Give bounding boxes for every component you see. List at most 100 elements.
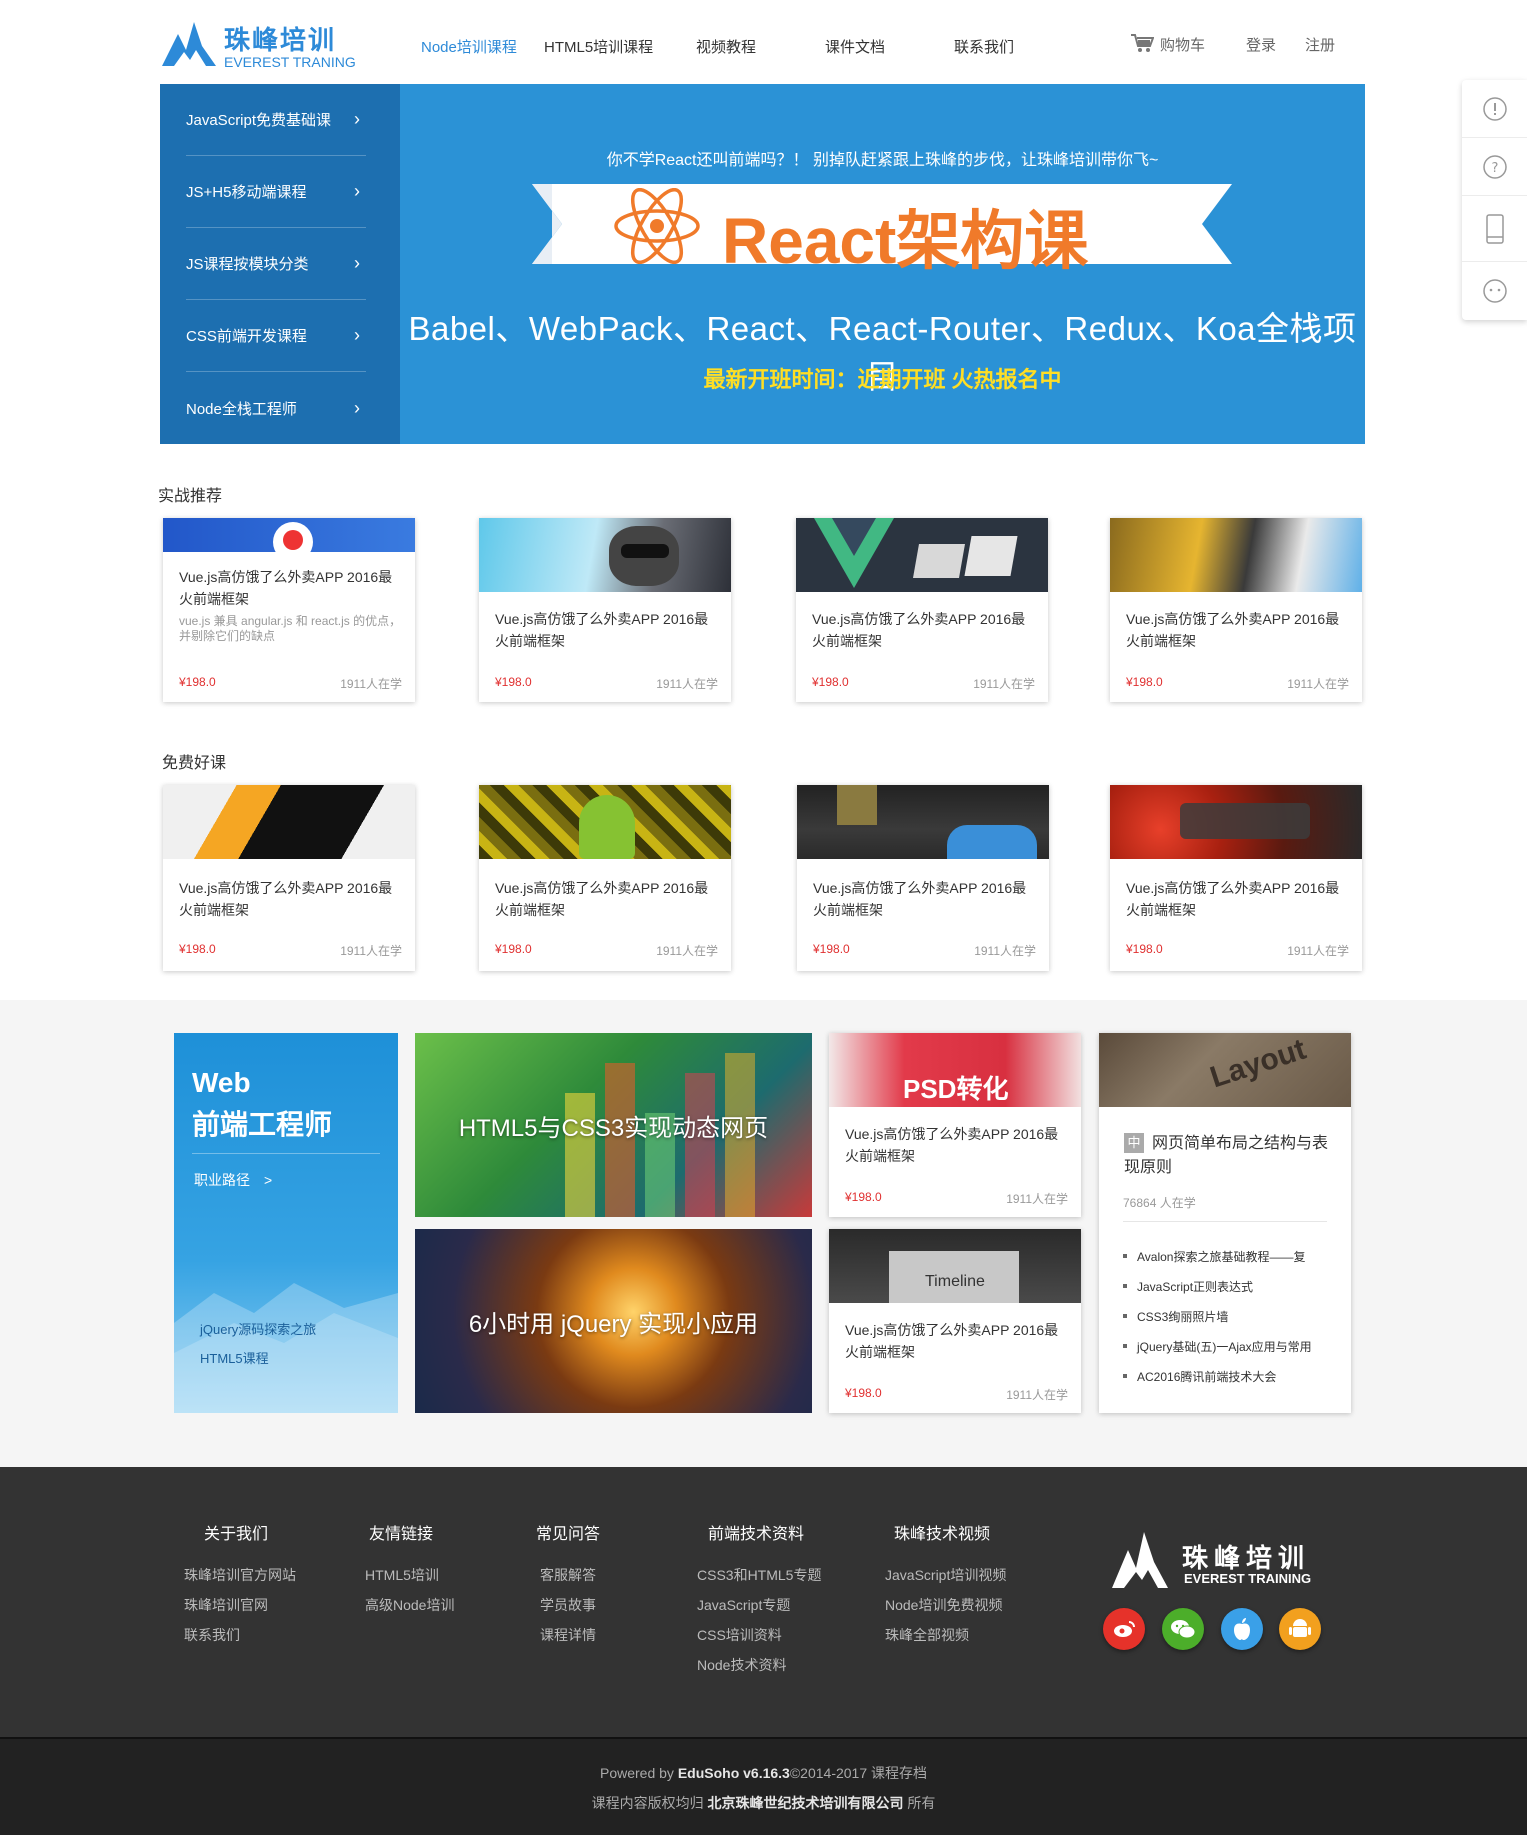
- thumb-text: Timeline: [925, 1273, 985, 1290]
- footer-link[interactable]: CSS3和HTML5专题: [697, 1565, 821, 1585]
- nav-video-tutorials[interactable]: 视频教程: [696, 36, 756, 57]
- course-thumbnail: [479, 518, 731, 592]
- nav-node-course[interactable]: Node培训课程: [421, 36, 517, 57]
- course-price: ¥198.0: [495, 675, 532, 689]
- course-thumbnail[interactable]: Layout: [1099, 1033, 1351, 1107]
- list-item[interactable]: CSS3绚丽照片墙: [1123, 1308, 1228, 1325]
- menu-item-js-basic[interactable]: JavaScript免费基础课 ›: [186, 84, 366, 156]
- footer-link[interactable]: Node技术资料: [697, 1655, 786, 1675]
- footer-link[interactable]: HTML5培训: [365, 1565, 439, 1585]
- course-price: ¥198.0: [179, 675, 216, 689]
- footer-link[interactable]: 客服解答: [540, 1565, 596, 1585]
- course-card[interactable]: Vue.js高仿饿了么外卖APP 2016最火前端框架 ¥198.0 1911人…: [1110, 518, 1362, 702]
- chat-button[interactable]: [1462, 262, 1527, 320]
- course-title: Vue.js高仿饿了么外卖APP 2016最火前端框架: [179, 880, 393, 918]
- course-students: 1911人在学: [656, 677, 718, 691]
- menu-item-js-modules[interactable]: JS课程按模块分类 ›: [186, 228, 366, 300]
- powered-brand[interactable]: EduSoho v6.16.3: [678, 1765, 790, 1781]
- copyright-owner: 课程内容版权均归 北京珠峰世纪技术培训有限公司 所有: [0, 1793, 1527, 1813]
- course-students: 1911人在学: [1006, 1388, 1068, 1402]
- course-title: Vue.js高仿饿了么外卖APP 2016最火前端框架: [495, 880, 709, 918]
- footer-logo-icon: [1112, 1532, 1168, 1588]
- react-logo-icon: [614, 188, 700, 264]
- menu-item-css[interactable]: CSS前端开发课程 ›: [186, 300, 366, 372]
- chat-icon: [1482, 279, 1507, 303]
- course-students: 1911人在学: [340, 944, 402, 958]
- course-card[interactable]: PSD转化 Vue.js高仿饿了么外卖APP 2016最火前端框架 ¥198.0…: [829, 1033, 1081, 1217]
- course-category-menu: JavaScript免费基础课 › JS+H5移动端课程 › JS课程按模块分类 › …: [160, 84, 400, 444]
- footer-link[interactable]: Node培训免费视频: [885, 1595, 1002, 1615]
- footer-link[interactable]: 联系我们: [184, 1625, 240, 1645]
- banner-enroll: 最新开班时间：近期开班 火热报名中: [703, 367, 1062, 392]
- footer-link[interactable]: 高级Node培训: [365, 1595, 454, 1615]
- career-path-card[interactable]: Web 前端工程师 职业路径 > jQuery源码探索之旅 HTML5课程: [174, 1033, 398, 1413]
- footer-link[interactable]: 珠峰全部视频: [885, 1625, 969, 1645]
- course-price: ¥198.0: [845, 1190, 882, 1204]
- footer-heading: 关于我们: [204, 1526, 269, 1543]
- course-students: 1911人在学: [1287, 677, 1349, 691]
- menu-item-node[interactable]: Node全栈工程师 ›: [186, 372, 366, 444]
- course-card[interactable]: Vue.js高仿饿了么外卖APP 2016最火前端框架 ¥198.0 1911人…: [163, 785, 415, 971]
- hero-banner[interactable]: 你不学React还叫前端吗？！ 别掉队赶紧跟上珠峰的步伐，让珠峰培训带你飞~ R…: [400, 84, 1365, 444]
- course-card[interactable]: Vue.js高仿饿了么外卖APP 2016最火前端框架 ¥198.0 1911人…: [479, 785, 731, 971]
- cart-icon[interactable]: [1130, 32, 1154, 54]
- course-tile-html5[interactable]: HTML5与CSS3实现动态网页: [415, 1033, 812, 1217]
- list-card-title[interactable]: 网页简单布局之结构与表现原则: [1124, 1132, 1334, 1180]
- logo[interactable]: 珠峰培训 EVEREST TRANING: [160, 14, 380, 70]
- wechat-icon: [1171, 1620, 1196, 1639]
- everest-logo-icon: [162, 22, 216, 66]
- wechat-button[interactable]: [1162, 1608, 1204, 1650]
- list-item[interactable]: AC2016腾讯前端技术大会: [1123, 1368, 1276, 1385]
- menu-item-js-h5[interactable]: JS+H5移动端课程 ›: [186, 156, 366, 228]
- owner-prefix: 课程内容版权均归: [591, 1795, 704, 1811]
- footer-link[interactable]: CSS培训资料: [697, 1625, 782, 1645]
- register-link[interactable]: 注册: [1305, 34, 1335, 55]
- question-icon: ?: [1482, 154, 1507, 179]
- course-card[interactable]: Vue.js高仿饿了么外卖APP 2016最火前端框架 vue.js 兼具 an…: [163, 518, 415, 702]
- footer-link[interactable]: 珠峰培训官网: [184, 1595, 268, 1615]
- course-card[interactable]: Vue.js高仿饿了么外卖APP 2016最火前端框架 ¥198.0 1911人…: [796, 518, 1048, 702]
- nav-contact-us[interactable]: 联系我们: [954, 36, 1014, 57]
- login-link[interactable]: 登录: [1246, 34, 1276, 55]
- footer-heading: 友情链接: [369, 1526, 434, 1543]
- footer-link[interactable]: 珠峰培训官方网站: [184, 1565, 296, 1585]
- career-path-link[interactable]: 职业路径 >: [194, 1170, 272, 1190]
- info-button[interactable]: [1462, 80, 1527, 138]
- thumb-text: PSD转化: [903, 1074, 1009, 1104]
- menu-item-label: Node全栈工程师: [186, 400, 297, 418]
- help-button[interactable]: ?: [1462, 138, 1527, 196]
- list-item[interactable]: JavaScript正则表达式: [1123, 1278, 1253, 1295]
- logo-subtext: EVEREST TRANING: [224, 54, 356, 70]
- course-card[interactable]: Vue.js高仿饿了么外卖APP 2016最火前端框架 ¥198.0 1911人…: [479, 518, 731, 702]
- chevron-right-icon: ›: [354, 397, 360, 418]
- powered-by: Powered by EduSoho v6.16.3©2014-2017 课程存…: [0, 1763, 1527, 1783]
- chevron-right-icon: ›: [354, 181, 360, 201]
- nav-html5-course[interactable]: HTML5培训课程: [544, 36, 653, 57]
- copyright-text: ©2014-2017 课程存档: [789, 1765, 928, 1781]
- footer-link[interactable]: 课程详情: [540, 1625, 596, 1645]
- owner-suffix: 所有: [907, 1795, 936, 1811]
- course-card[interactable]: Vue.js高仿饿了么外卖APP 2016最火前端框架 ¥198.0 1911人…: [797, 785, 1049, 971]
- course-tile-jquery[interactable]: 6小时用 jQuery 实现小应用: [415, 1229, 812, 1413]
- path-item[interactable]: HTML5课程: [200, 1348, 269, 1367]
- nav-course-docs[interactable]: 课件文档: [825, 36, 885, 57]
- weibo-button[interactable]: [1103, 1608, 1145, 1650]
- course-card[interactable]: Timeline Vue.js高仿饿了么外卖APP 2016最火前端框架 ¥19…: [829, 1229, 1081, 1413]
- course-card[interactable]: Vue.js高仿饿了么外卖APP 2016最火前端框架 ¥198.0 1911人…: [1110, 785, 1362, 971]
- cart-link[interactable]: 购物车: [1160, 34, 1205, 55]
- weibo-icon: [1114, 1621, 1135, 1637]
- mobile-button[interactable]: [1462, 196, 1527, 262]
- course-students: 1911人在学: [1006, 1192, 1068, 1206]
- path-item[interactable]: jQuery源码探索之旅: [200, 1319, 316, 1338]
- chevron-right-icon: ›: [354, 109, 360, 129]
- list-item[interactable]: Avalon探索之旅基础教程——复: [1123, 1248, 1305, 1265]
- android-button[interactable]: [1279, 1608, 1321, 1650]
- footer-link[interactable]: JavaScript专题: [697, 1595, 790, 1615]
- footer-link[interactable]: JavaScript培训视频: [885, 1565, 1006, 1585]
- chevron-right-icon: ›: [354, 325, 360, 345]
- course-list-card: Layout 中 网页简单布局之结构与表现原则 76864 人在学 Avalon…: [1099, 1033, 1351, 1413]
- apple-button[interactable]: [1221, 1608, 1263, 1650]
- list-item[interactable]: jQuery基础(五)一Ajax应用与常用: [1123, 1338, 1312, 1355]
- footer-link[interactable]: 学员故事: [540, 1595, 596, 1615]
- path-title-en: Web: [192, 1067, 251, 1098]
